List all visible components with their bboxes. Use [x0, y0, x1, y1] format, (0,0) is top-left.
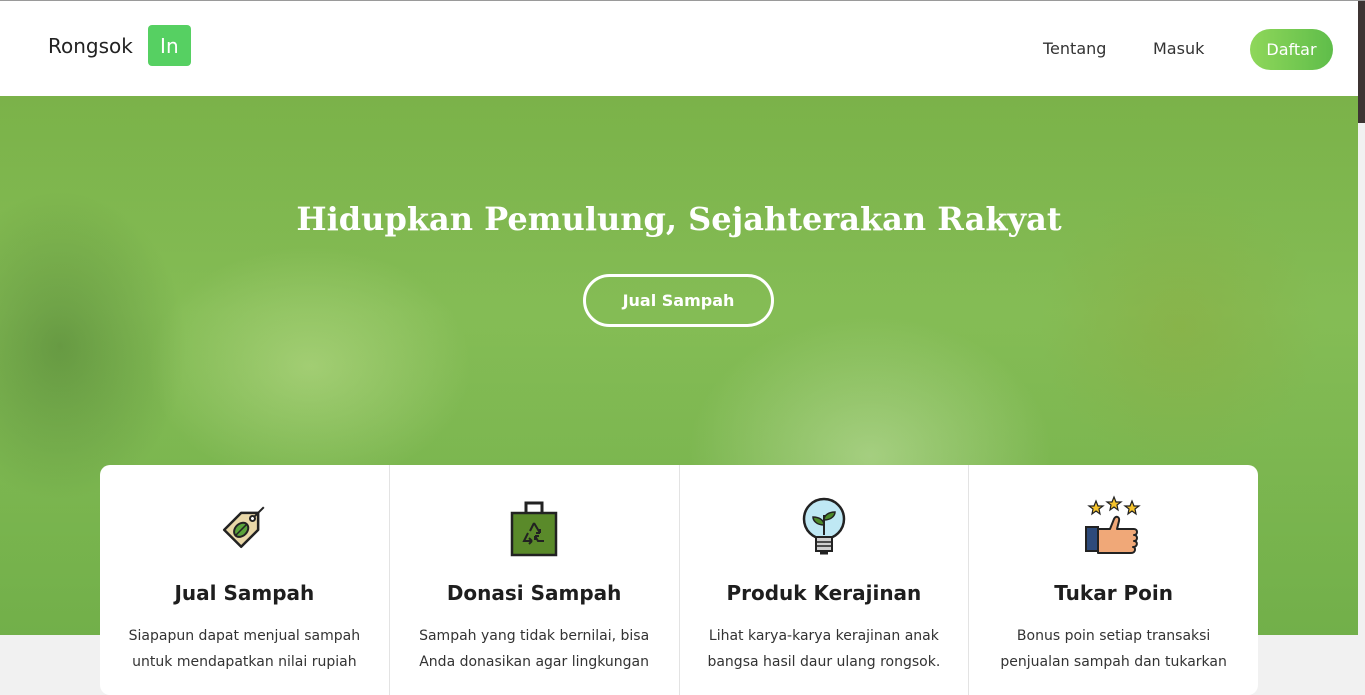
hero-title: Hidupkan Pemulung, Sejahterakan Rakyat — [296, 200, 1062, 238]
feature-card-tukar-poin[interactable]: Tukar Poin Bonus poin setiap transaksi p… — [969, 465, 1258, 695]
navbar: Rongsok In Tentang Masuk Daftar — [0, 1, 1358, 96]
feature-cards: Jual Sampah Siapapun dapat menjual sampa… — [100, 465, 1258, 695]
nav-link-tentang[interactable]: Tentang — [1043, 39, 1106, 58]
thumbs-up-stars-icon — [1084, 495, 1141, 554]
recycle-bag-icon — [510, 501, 558, 557]
feature-title: Donasi Sampah — [446, 581, 622, 605]
plant-bulb-icon — [802, 497, 846, 555]
feature-card-jual-sampah[interactable]: Jual Sampah Siapapun dapat menjual sampa… — [100, 465, 390, 695]
feature-title: Jual Sampah — [174, 581, 315, 605]
brand-logo[interactable]: Rongsok In — [48, 25, 191, 66]
feature-title: Tukar Poin — [1054, 581, 1174, 605]
feature-card-produk-kerajinan[interactable]: Produk Kerajinan Lihat karya-karya keraj… — [680, 465, 970, 695]
brand-badge: In — [147, 25, 191, 66]
brand-text: Rongsok — [48, 33, 133, 58]
feature-title: Produk Kerajinan — [726, 581, 922, 605]
feature-card-donasi-sampah[interactable]: Donasi Sampah Sampah yang tidak bernilai… — [390, 465, 680, 695]
feature-description: Siapapun dapat menjual sampah untuk mend… — [128, 628, 361, 670]
register-button[interactable]: Daftar — [1250, 29, 1333, 70]
feature-description: Bonus poin setiap transaksi penjualan sa… — [1000, 628, 1227, 670]
price-tag-leaf-icon — [223, 506, 265, 549]
feature-description: Lihat karya-karya kerajinan anak bangsa … — [707, 628, 941, 670]
scrollbar[interactable] — [1358, 1, 1365, 123]
nav-link-masuk[interactable]: Masuk — [1153, 39, 1204, 58]
feature-description: Sampah yang tidak bernilai, bisa Anda do… — [419, 628, 650, 670]
sell-waste-button[interactable]: Jual Sampah — [583, 274, 774, 327]
